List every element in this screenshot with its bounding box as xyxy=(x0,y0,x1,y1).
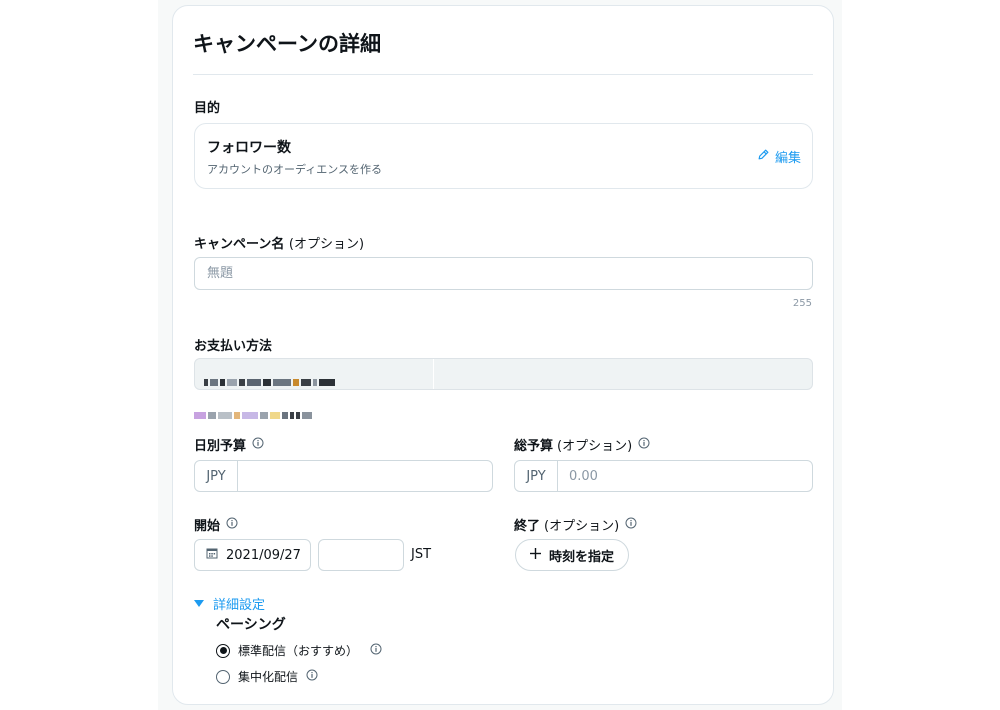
edit-objective-button[interactable]: 編集 xyxy=(757,147,801,166)
start-label: 開始 xyxy=(194,515,238,534)
campaign-name-label: キャンペーン名 (オプション) xyxy=(194,233,364,252)
campaign-name-optional: (オプション) xyxy=(288,237,365,252)
pencil-icon xyxy=(757,148,770,165)
daily-budget-label: 日別予算 xyxy=(194,435,264,454)
start-time-input[interactable] xyxy=(318,539,404,571)
total-budget-label: 総予算 (オプション) xyxy=(514,435,650,454)
end-label: 終了 (オプション) xyxy=(514,515,637,534)
pacing-option-standard[interactable]: 標準配信（おすすめ） xyxy=(216,642,382,659)
total-budget-label-text: 総予算 xyxy=(514,439,554,454)
title-divider xyxy=(193,74,813,75)
campaign-name-label-text: キャンペーン名 xyxy=(194,237,285,252)
page-title: キャンペーンの詳細 xyxy=(193,32,381,56)
advanced-settings-label: 詳細設定 xyxy=(213,598,266,613)
info-icon[interactable] xyxy=(638,437,650,453)
campaign-name-char-counter: 255 xyxy=(792,298,812,309)
end-optional: (オプション) xyxy=(544,519,620,534)
payment-method-select[interactable] xyxy=(194,358,813,390)
calendar-icon xyxy=(206,547,218,563)
pacing-option-label: 集中化配信 xyxy=(238,670,299,684)
total-budget-input[interactable] xyxy=(558,461,812,491)
info-icon[interactable] xyxy=(625,517,637,533)
radio-unselected-icon xyxy=(216,669,230,684)
objective-name: フォロワー数 xyxy=(207,140,291,156)
set-end-time-label: 時刻を指定 xyxy=(549,549,615,565)
objective-description: アカウントのオーディエンスを作る xyxy=(207,163,383,176)
total-budget-optional: (オプション) xyxy=(557,439,633,454)
objective-label: 目的 xyxy=(194,101,221,116)
campaign-details-card: キャンペーンの詳細 目的 フォロワー数 アカウントのオーディエンスを作る 編集 … xyxy=(172,5,834,705)
redacted-payment-subtext xyxy=(194,404,394,419)
redacted-payment-text xyxy=(204,371,434,386)
radio-selected-icon xyxy=(216,643,230,658)
daily-budget-input-group: JPY xyxy=(194,460,493,492)
pacing-option-label: 標準配信（おすすめ） xyxy=(238,644,359,658)
advanced-settings-toggle[interactable]: 詳細設定 xyxy=(194,594,265,613)
info-icon[interactable] xyxy=(226,517,238,533)
start-date-input[interactable]: 2021/09/27 xyxy=(194,539,311,571)
total-budget-input-group: JPY xyxy=(514,460,813,492)
end-label-text: 終了 xyxy=(514,519,541,534)
info-icon[interactable] xyxy=(370,643,382,658)
payment-method-label: お支払い方法 xyxy=(194,339,273,354)
daily-budget-currency: JPY xyxy=(195,461,238,491)
pacing-title: ペーシング xyxy=(216,617,286,633)
daily-budget-input[interactable] xyxy=(238,461,492,491)
edit-objective-label: 編集 xyxy=(774,151,801,166)
pacing-option-accelerated[interactable]: 集中化配信 xyxy=(216,668,318,685)
total-budget-currency: JPY xyxy=(515,461,558,491)
start-label-text: 開始 xyxy=(194,519,221,534)
info-icon[interactable] xyxy=(252,437,264,453)
info-icon[interactable] xyxy=(306,669,318,684)
daily-budget-label-text: 日別予算 xyxy=(194,439,247,454)
objective-box: フォロワー数 アカウントのオーディエンスを作る 編集 xyxy=(194,123,813,189)
caret-down-icon xyxy=(194,596,204,611)
campaign-name-input[interactable] xyxy=(194,257,813,290)
timezone-label: JST xyxy=(411,547,432,562)
start-date-value: 2021/09/27 xyxy=(226,547,301,563)
plus-icon xyxy=(530,547,541,563)
set-end-time-button[interactable]: 時刻を指定 xyxy=(515,539,630,571)
